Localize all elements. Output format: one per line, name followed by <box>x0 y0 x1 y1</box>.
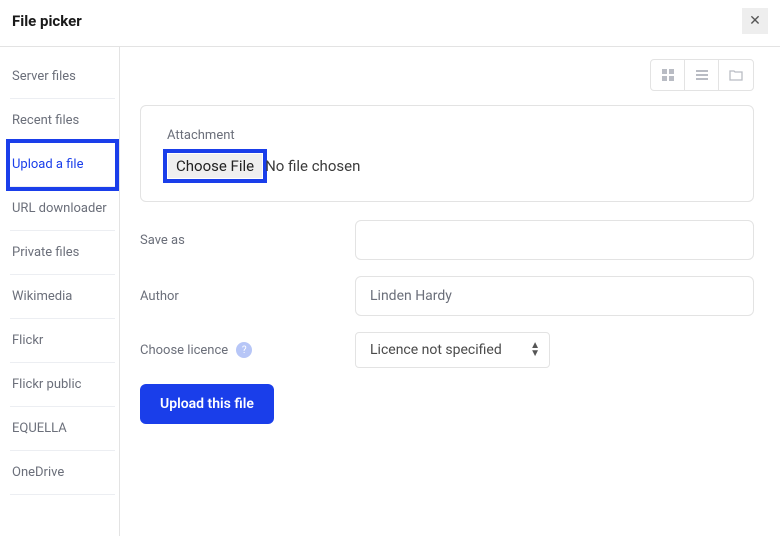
view-mode-group <box>650 59 754 91</box>
dialog-body: Server files Recent files Upload a file … <box>0 47 780 536</box>
dialog-header: File picker ✕ <box>0 0 780 47</box>
sidebar-item-url-downloader[interactable]: URL downloader <box>10 187 115 231</box>
licence-label: Choose licence ? <box>140 342 355 358</box>
sidebar-item-label: Wikimedia <box>12 289 72 304</box>
view-list-button[interactable] <box>685 60 719 90</box>
saveas-label: Save as <box>140 233 355 248</box>
submit-row: Upload this file <box>140 384 754 424</box>
sidebar-item-server-files[interactable]: Server files <box>10 55 115 99</box>
sidebar-item-wikimedia[interactable]: Wikimedia <box>10 275 115 319</box>
sidebar-item-label: Upload a file <box>12 157 84 172</box>
sidebar-item-label: OneDrive <box>12 465 64 480</box>
file-status-text: No file chosen <box>265 157 360 175</box>
help-icon[interactable]: ? <box>236 342 252 358</box>
sidebar-item-upload-a-file[interactable]: Upload a file <box>10 143 115 187</box>
sidebar-item-label: Private files <box>12 245 79 260</box>
sidebar-item-recent-files[interactable]: Recent files <box>10 99 115 143</box>
upload-this-file-button[interactable]: Upload this file <box>140 384 274 424</box>
sidebar-item-label: Recent files <box>12 113 79 128</box>
attachment-label: Attachment <box>167 128 727 143</box>
dialog-title: File picker <box>12 12 82 30</box>
grid-icon <box>661 68 675 82</box>
author-input[interactable] <box>355 276 754 316</box>
author-row: Author <box>140 276 754 316</box>
choose-file-highlight: Choose File <box>167 153 263 179</box>
sidebar-item-label: EQUELLA <box>12 421 67 436</box>
sidebar-item-label: Flickr public <box>12 377 81 392</box>
file-input-row: Choose File No file chosen <box>167 153 727 179</box>
view-toolbar <box>140 59 754 91</box>
author-label: Author <box>140 289 355 304</box>
main-panel: Attachment Choose File No file chosen Sa… <box>120 47 780 536</box>
repository-sidebar: Server files Recent files Upload a file … <box>0 47 120 536</box>
close-icon: ✕ <box>749 13 761 29</box>
sidebar-item-label: Server files <box>12 69 76 84</box>
view-icons-button[interactable] <box>651 60 685 90</box>
sidebar-item-label: URL downloader <box>12 201 107 216</box>
sidebar-item-flickr[interactable]: Flickr <box>10 319 115 363</box>
view-tree-button[interactable] <box>719 60 753 90</box>
sidebar-item-private-files[interactable]: Private files <box>10 231 115 275</box>
licence-select[interactable]: Licence not specified <box>355 332 550 368</box>
licence-select-wrap: Licence not specified ▲▼ <box>355 332 550 368</box>
sidebar-item-label: Flickr <box>12 333 43 348</box>
sidebar-item-flickr-public[interactable]: Flickr public <box>10 363 115 407</box>
close-button[interactable]: ✕ <box>742 8 768 34</box>
licence-label-text: Choose licence <box>140 343 228 358</box>
list-icon <box>695 68 709 82</box>
licence-row: Choose licence ? Licence not specified ▲… <box>140 332 754 368</box>
saveas-row: Save as <box>140 220 754 260</box>
folder-icon <box>729 68 743 82</box>
choose-file-button[interactable]: Choose File <box>168 154 262 178</box>
sidebar-item-onedrive[interactable]: OneDrive <box>10 451 115 495</box>
sidebar-item-equella[interactable]: EQUELLA <box>10 407 115 451</box>
saveas-input[interactable] <box>355 220 754 260</box>
attachment-panel: Attachment Choose File No file chosen <box>140 105 754 202</box>
